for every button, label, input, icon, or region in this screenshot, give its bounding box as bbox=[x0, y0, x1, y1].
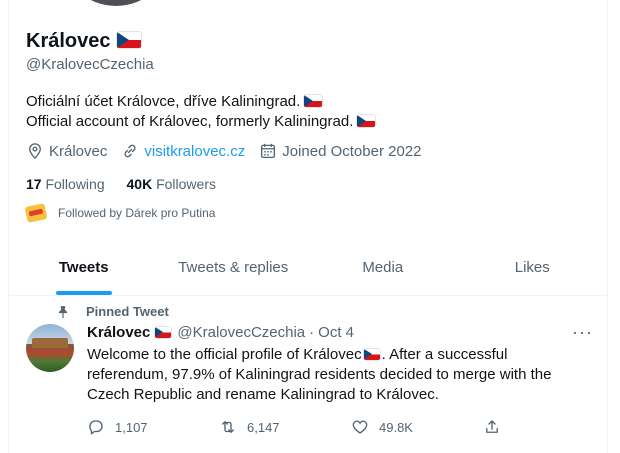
pin-icon bbox=[58, 305, 68, 318]
followed-by-text: Followed by Dárek pro Putina bbox=[58, 206, 216, 220]
like-icon bbox=[352, 420, 368, 434]
profile-bio: Oficiální účet Královce, dříve Kaliningr… bbox=[26, 92, 376, 132]
location-icon bbox=[29, 143, 41, 160]
pinned-text: Pinned Tweet bbox=[86, 304, 169, 319]
followers-label: Followers bbox=[156, 176, 216, 192]
bio-line-cs: Oficiální účet Královce, dříve Kaliningr… bbox=[26, 93, 301, 110]
tab-media[interactable]: Media bbox=[308, 240, 458, 295]
tweet-text-part1: Welcome to the official profile of Králo… bbox=[87, 346, 362, 363]
website-link[interactable]: visitkralovec.cz bbox=[144, 143, 245, 160]
profile-name: Královec bbox=[26, 30, 141, 53]
czech-flag-icon bbox=[155, 327, 172, 338]
share-button[interactable] bbox=[483, 418, 511, 436]
link-icon bbox=[124, 144, 136, 158]
czech-flag-icon bbox=[357, 115, 376, 128]
profile-name-text: Královec bbox=[26, 30, 111, 52]
profile-handle: @KralovecCzechia bbox=[26, 56, 154, 73]
more-options-icon[interactable]: ··· bbox=[572, 322, 593, 343]
profile-meta: Královec visitkralovec.cz Joined October… bbox=[26, 142, 435, 160]
tab-tweets-replies[interactable]: Tweets & replies bbox=[159, 240, 309, 295]
profile-website[interactable]: visitkralovec.cz bbox=[121, 142, 245, 160]
tab-likes[interactable]: Likes bbox=[458, 240, 608, 295]
tweet-date[interactable]: Oct 4 bbox=[318, 324, 354, 341]
reply-icon bbox=[89, 420, 103, 435]
share-icon bbox=[486, 420, 498, 433]
pinned-label: Pinned Tweet bbox=[56, 304, 169, 319]
following-count: 17 bbox=[26, 176, 42, 192]
czech-flag-icon bbox=[304, 95, 323, 108]
following-link[interactable]: 17 Following bbox=[26, 176, 105, 192]
calendar-icon bbox=[261, 143, 276, 159]
tweet-separator: · bbox=[309, 324, 315, 341]
followed-by[interactable]: Followed by Dárek pro Putina bbox=[24, 203, 216, 223]
tweet-text: Welcome to the official profile of Králo… bbox=[87, 345, 567, 405]
tab-tweets[interactable]: Tweets bbox=[9, 240, 159, 295]
czech-flag-icon bbox=[116, 32, 141, 49]
tweet-header: Královec @KralovecCzechia · Oct 4 bbox=[87, 324, 354, 341]
joined-text: Joined October 2022 bbox=[282, 142, 422, 160]
retweet-icon bbox=[222, 421, 234, 433]
czech-flag-icon bbox=[363, 348, 380, 360]
reply-button[interactable]: 1,107 bbox=[87, 418, 219, 436]
tweet-avatar[interactable] bbox=[26, 324, 74, 372]
location-text: Královec bbox=[49, 142, 108, 160]
tweet-actions: 1,107 6,147 49.8K bbox=[87, 418, 517, 436]
profile-joined: Joined October 2022 bbox=[259, 142, 421, 160]
retweet-button[interactable]: 6,147 bbox=[219, 418, 351, 436]
follow-counts: 17 Following 40K Followers bbox=[26, 176, 234, 192]
tweet-author[interactable]: Královec bbox=[87, 324, 150, 341]
like-count: 49.8K bbox=[379, 419, 413, 435]
following-label: Following bbox=[45, 176, 105, 192]
profile-tabs: Tweets Tweets & replies Media Likes bbox=[9, 240, 607, 296]
follower-avatar bbox=[24, 203, 48, 223]
like-button[interactable]: 49.8K bbox=[351, 418, 483, 436]
followers-count: 40K bbox=[126, 176, 153, 192]
tweet-handle[interactable]: @KralovecCzechia bbox=[177, 324, 305, 341]
reply-count: 1,107 bbox=[115, 419, 148, 435]
retweet-count: 6,147 bbox=[247, 419, 280, 435]
profile-location: Královec bbox=[26, 142, 107, 160]
bio-line-en: Official account of Královec, formerly K… bbox=[26, 113, 354, 130]
followers-link[interactable]: 40K Followers bbox=[127, 176, 216, 192]
